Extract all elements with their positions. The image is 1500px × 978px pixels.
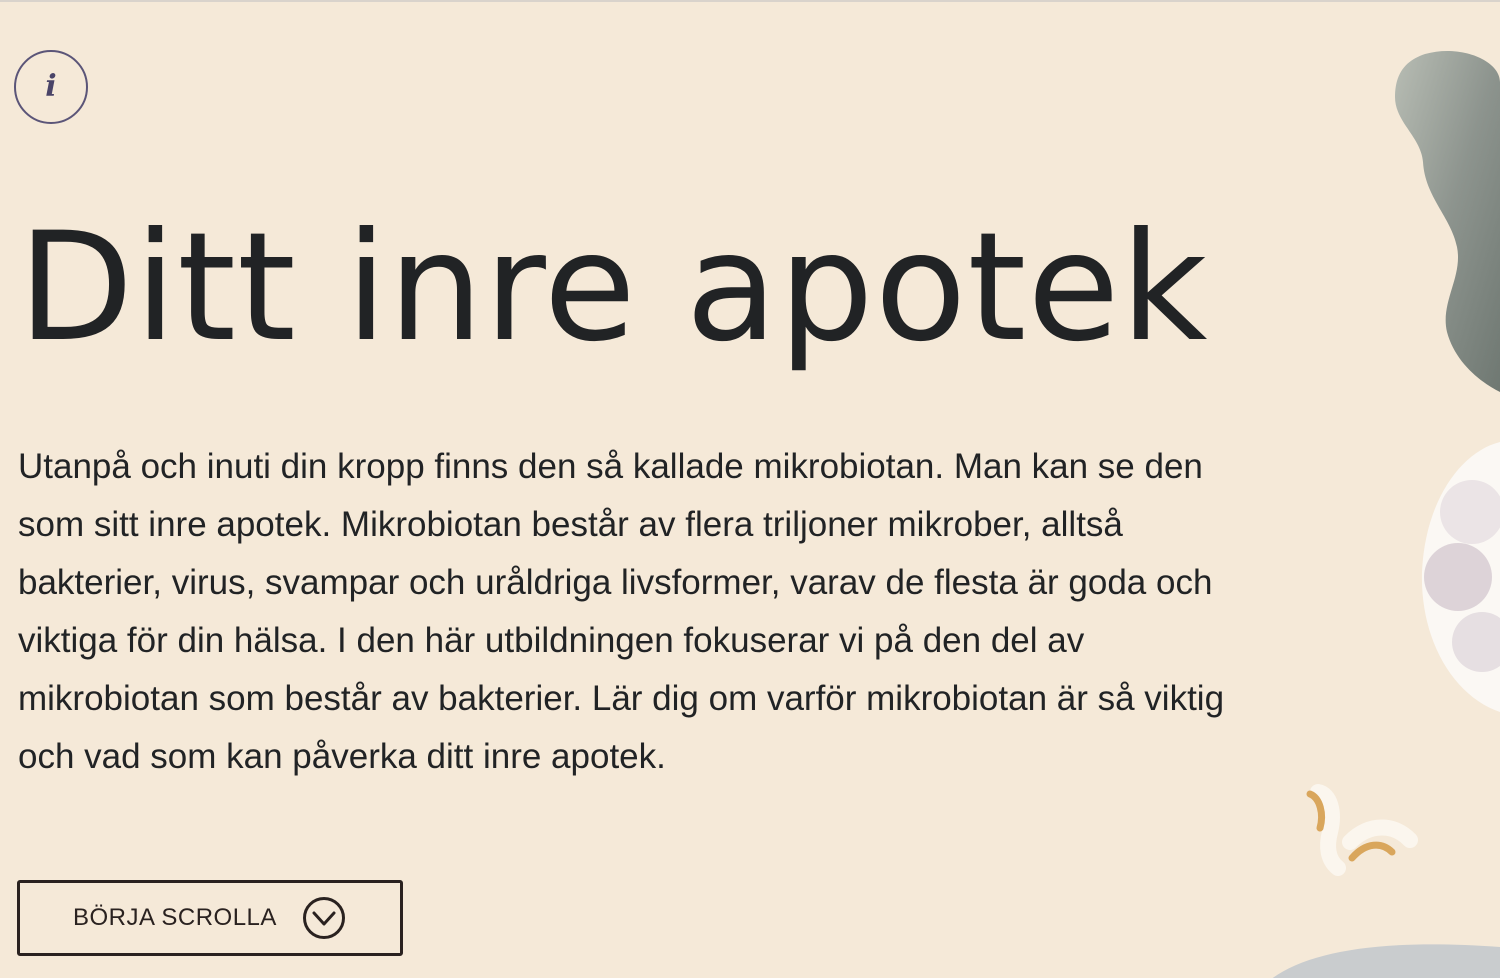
start-scrolling-button[interactable]: BÖRJA SCROLLA <box>17 880 403 956</box>
white-cell-illustration <box>1421 442 1500 712</box>
info-icon: i <box>45 69 57 104</box>
info-button[interactable]: i <box>14 50 88 124</box>
start-scrolling-label: BÖRJA SCROLLA <box>73 904 277 931</box>
chevron-down-circle-icon <box>303 897 345 939</box>
intro-paragraph: Utanpå och inuti din kropp finns den så … <box>18 447 1225 776</box>
page-title: Ditt inre apotek <box>18 201 1209 375</box>
grey-microbe-blob-illustration <box>1395 50 1500 392</box>
grey-cell-bottom-illustration <box>1272 944 1500 978</box>
tan-bacteria-illustration <box>1306 784 1418 876</box>
hero-page: i Ditt inre apotek Utanpå och inuti din … <box>0 0 1500 978</box>
